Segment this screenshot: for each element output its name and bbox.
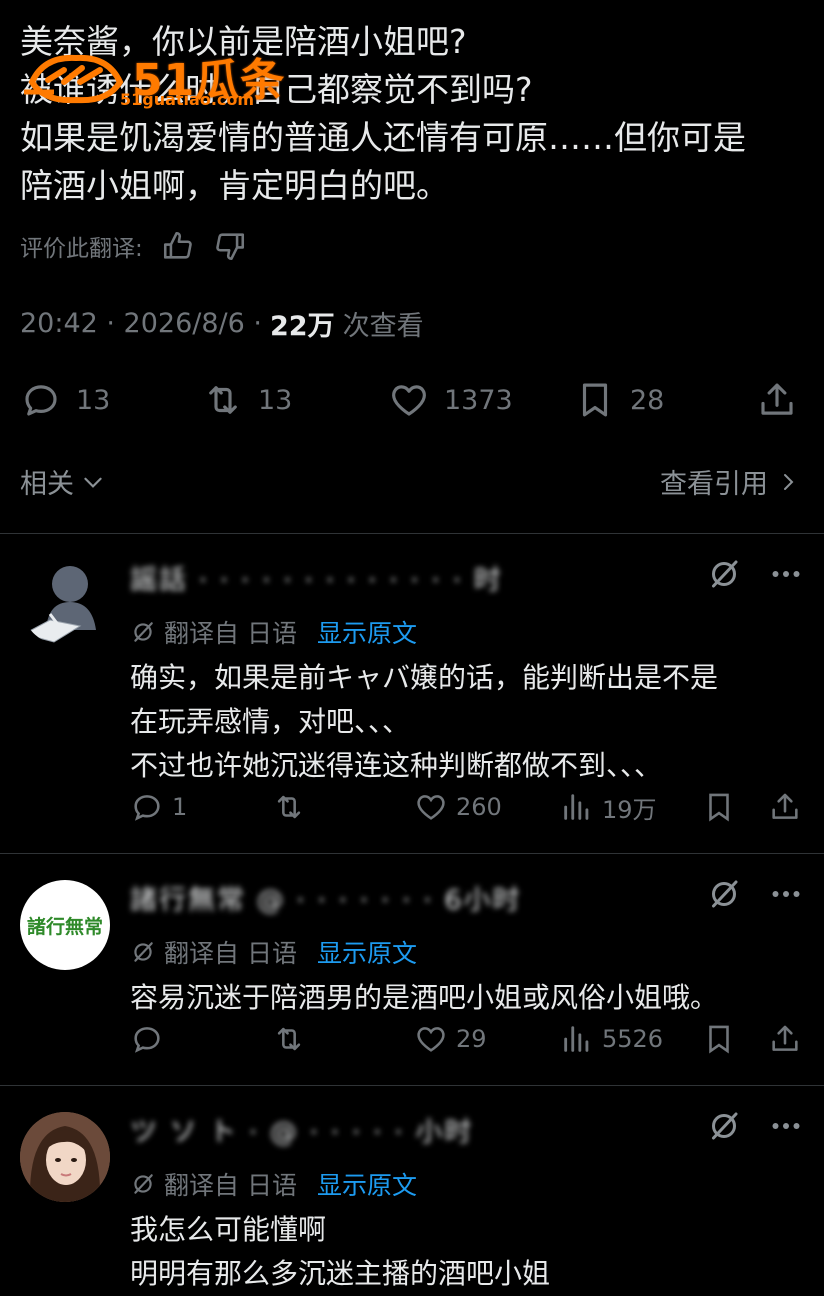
- divider: [0, 853, 824, 854]
- analytics-icon: [564, 794, 589, 820]
- more-icon[interactable]: [768, 556, 804, 592]
- heart-icon: [417, 1027, 445, 1052]
- translate-label: 翻译自 日语: [164, 939, 297, 968]
- share-icon: [772, 793, 798, 819]
- grok-icon[interactable]: [706, 876, 742, 912]
- post-meta: 20:42 · 2026/8/6 · 22万 次查看: [20, 304, 424, 343]
- chevron-right-icon: [784, 473, 794, 490]
- share-icon: [772, 1025, 798, 1051]
- heart-icon: [392, 385, 426, 416]
- translate-icon: [134, 942, 153, 962]
- translate-icon: [134, 1174, 153, 1194]
- reply-author[interactable]: ツ ソ ト · @ · · · · · 小时: [130, 1110, 473, 1150]
- reply-item[interactable]: 謡話 · · · · · · · · · · · · · 时 翻译自 日语 显示…: [0, 552, 824, 852]
- reply-text: 我怎么可能懂啊 明明有那么多沉迷主播的酒吧小姐: [130, 1213, 551, 1290]
- translate-label: 翻译自 日语: [164, 619, 297, 648]
- bookmark-button[interactable]: [702, 782, 736, 832]
- post-views-suffix: 次查看: [342, 311, 424, 342]
- more-icon[interactable]: [768, 1108, 804, 1144]
- translate-row: 翻译自 日语 显示原文: [130, 934, 417, 970]
- thumbs-down-icon[interactable]: [213, 229, 247, 263]
- avatar-text: 諸行無常: [26, 915, 103, 938]
- avatar-photo-icon: [20, 1112, 110, 1202]
- reply-icon: [134, 1027, 160, 1053]
- like-count: 1373: [444, 384, 513, 416]
- grok-icon[interactable]: [706, 1108, 742, 1144]
- repost-icon: [277, 795, 301, 819]
- avatar[interactable]: 諸行無常: [20, 880, 110, 970]
- reply-count: 13: [76, 384, 111, 416]
- repost-count: 13: [258, 384, 293, 416]
- bookmark-icon: [709, 1025, 729, 1054]
- bookmark-icon: [709, 793, 729, 822]
- repost-icon: [209, 386, 237, 414]
- thumbs-up-icon[interactable]: [161, 229, 195, 263]
- reply-text: 确实，如果是前キャバ嬢的话，能判断出是不是 在玩弄感情，对吧、、、 不过也许她沉…: [130, 661, 719, 782]
- like-button[interactable]: 1373: [388, 370, 513, 430]
- views-button[interactable]: 19万: [560, 782, 657, 832]
- rate-label: 评价此翻译:: [20, 236, 143, 262]
- post-time: 20:42 · 2026/8/6 ·: [20, 308, 262, 339]
- share-icon: [761, 383, 793, 415]
- reply-actions: 29 5526: [0, 1014, 824, 1064]
- divider: [0, 1085, 824, 1086]
- repost-button[interactable]: 13: [202, 370, 292, 430]
- related-dropdown[interactable]: 相关: [20, 462, 106, 501]
- reply-item[interactable]: 諸行無常 諸行無常 @ · · · · · · · 6小时 翻译自 日语 显示原…: [0, 872, 824, 1082]
- share-button[interactable]: [768, 782, 802, 832]
- related-label: 相关: [20, 469, 74, 500]
- show-original-link[interactable]: 显示原文: [317, 1166, 417, 1202]
- grok-icon[interactable]: [706, 556, 742, 592]
- translate-row: 翻译自 日语 显示原文: [130, 614, 417, 650]
- avatar[interactable]: [20, 556, 110, 646]
- views-button[interactable]: 5526: [560, 1014, 663, 1064]
- views-count: 19万: [602, 795, 657, 824]
- reply-item[interactable]: ツ ソ ト · @ · · · · · 小时 翻译自 日语 显示原文 我怎么可能…: [0, 1104, 824, 1290]
- reply-count: 1: [172, 793, 188, 821]
- reply-actions: 1 260 19万: [0, 782, 824, 832]
- reply-icon: [134, 795, 160, 821]
- chevron-down-icon: [84, 477, 102, 488]
- reply-icon: [25, 385, 57, 416]
- reply-button[interactable]: [130, 1014, 164, 1064]
- translate-icon: [134, 622, 153, 642]
- post-text: 美奈酱，你以前是陪酒小姐吧? 被谁诱什么时，自己都察觉不到吗? 如果是饥渴爱情的…: [20, 22, 746, 205]
- reply-author[interactable]: 諸行無常 @ · · · · · · · 6小时: [130, 878, 522, 918]
- analytics-icon: [564, 1026, 589, 1052]
- like-button[interactable]: 260: [414, 782, 502, 832]
- post-views: 22万: [270, 311, 335, 342]
- rate-translation: 评价此翻译:: [20, 228, 247, 264]
- repost-icon: [277, 1027, 301, 1051]
- more-icon[interactable]: [768, 876, 804, 912]
- share-button[interactable]: [756, 370, 798, 430]
- bookmark-icon: [582, 383, 608, 417]
- bookmark-count: 28: [630, 384, 665, 416]
- show-original-link[interactable]: 显示原文: [317, 614, 417, 650]
- avatar-person-icon: [22, 566, 96, 643]
- bookmark-button[interactable]: 28: [574, 370, 664, 430]
- reply-button[interactable]: 13: [20, 370, 110, 430]
- reply-button[interactable]: 1: [130, 782, 187, 832]
- bookmark-button[interactable]: [702, 1014, 736, 1064]
- view-quotes-label: 查看引用: [660, 469, 768, 500]
- divider: [0, 533, 824, 534]
- like-button[interactable]: 29: [414, 1014, 487, 1064]
- reply-author[interactable]: 謡話 · · · · · · · · · · · · · 时: [130, 558, 503, 598]
- repost-button[interactable]: [272, 1014, 306, 1064]
- views-count: 5526: [602, 1025, 664, 1053]
- avatar[interactable]: [20, 1112, 110, 1202]
- post-actions: 13 13 1373 28: [0, 370, 824, 430]
- translate-label: 翻译自 日语: [164, 1171, 297, 1200]
- translate-row: 翻译自 日语 显示原文: [130, 1166, 417, 1202]
- like-count: 29: [456, 1025, 487, 1053]
- view-quotes-link[interactable]: 查看引用: [660, 462, 800, 501]
- share-button[interactable]: [768, 1014, 802, 1064]
- like-count: 260: [456, 793, 502, 821]
- repost-button[interactable]: [272, 782, 314, 832]
- heart-icon: [417, 795, 445, 820]
- show-original-link[interactable]: 显示原文: [317, 934, 417, 970]
